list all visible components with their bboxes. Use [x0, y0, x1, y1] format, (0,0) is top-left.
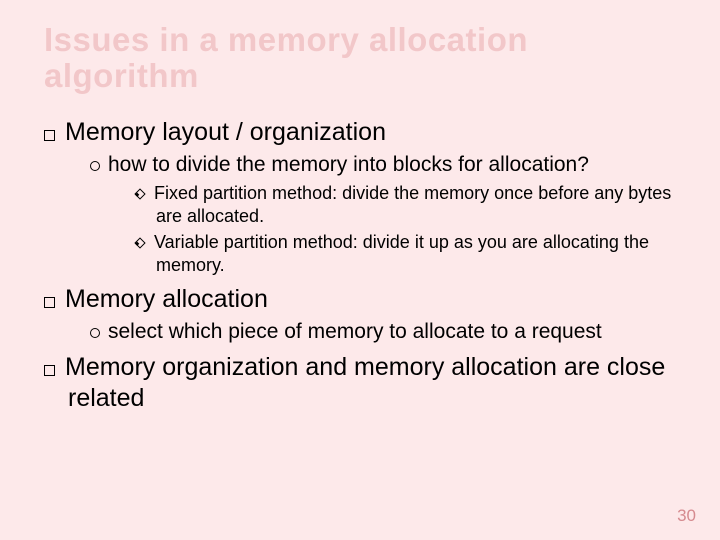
page-number: 30	[677, 506, 696, 526]
slide: Issues in a memory allocation algorithm …	[0, 0, 720, 540]
list-item: Memory layout / organization how to divi…	[68, 117, 690, 277]
bullet-list: Memory layout / organization how to divi…	[44, 117, 690, 415]
bullet-text: Memory layout / organization	[65, 118, 386, 146]
bullet-text: Fixed partition method: divide the memor…	[154, 183, 671, 226]
list-item: Memory organization and memory allocatio…	[68, 352, 690, 415]
circle-bullet-icon	[90, 161, 100, 171]
bullet-text: Memory organization and memory allocatio…	[65, 353, 665, 412]
diamond-bullet-icon	[134, 188, 145, 199]
list-item: how to divide the memory into blocks for…	[110, 152, 690, 276]
bullet-text: Memory allocation	[65, 285, 268, 313]
diamond-bullet-icon	[134, 237, 145, 248]
list-item: select which piece of memory to allocate…	[110, 319, 690, 345]
bullet-text: Variable partition method: divide it up …	[154, 232, 649, 275]
square-bullet-icon	[44, 365, 55, 376]
square-bullet-icon	[44, 130, 55, 141]
list-item: Memory allocation select which piece of …	[68, 284, 690, 346]
bullet-text: how to divide the memory into blocks for…	[108, 153, 589, 176]
slide-title: Issues in a memory allocation algorithm	[44, 22, 690, 95]
list-item: Variable partition method: divide it up …	[156, 231, 690, 276]
square-bullet-icon	[44, 297, 55, 308]
circle-bullet-icon	[90, 328, 100, 338]
bullet-text: select which piece of memory to allocate…	[108, 320, 602, 343]
list-item: Fixed partition method: divide the memor…	[156, 182, 690, 227]
